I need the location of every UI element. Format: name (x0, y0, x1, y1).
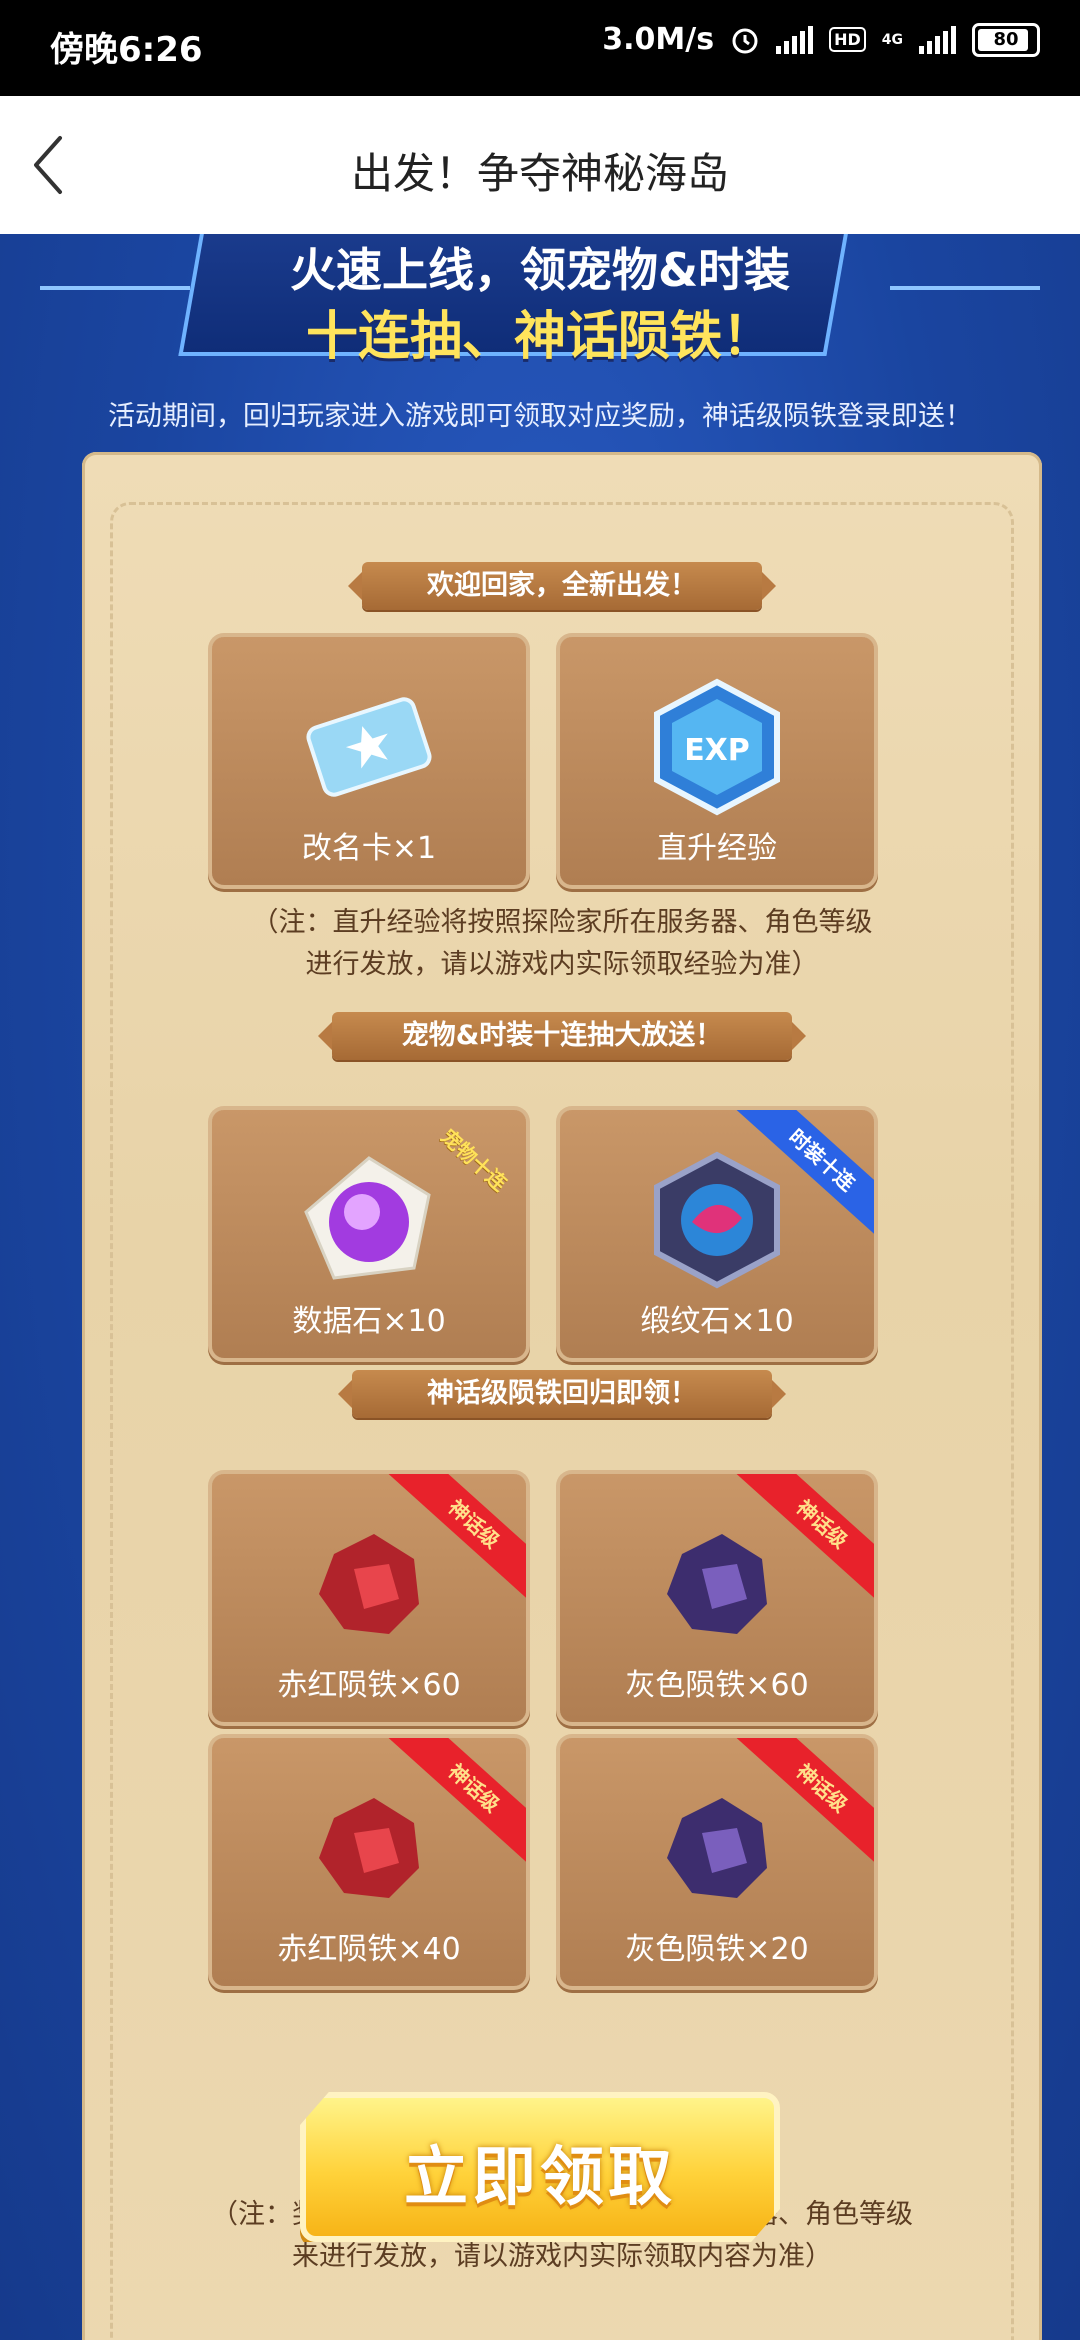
signal-icon-2 (919, 25, 956, 54)
network-type: 4G (881, 31, 903, 48)
alarm-icon (732, 28, 758, 53)
banner-headline: 火速上线，领宠物&时装 (289, 243, 791, 297)
gray-meteorite-icon (667, 1534, 767, 1634)
status-bar: 傍晚6:26 3.0M/s HD 4G 80 (0, 0, 1080, 96)
note-reward-line2: 来进行发放，请以游戏内实际领取内容为准） (292, 2241, 832, 2272)
reward-label: 直升经验 (657, 831, 777, 866)
page-header: 出发！争夺神秘海岛 (0, 96, 1080, 234)
reward-label: 灰色陨铁×60 (625, 1668, 809, 1703)
note-exp-line2: 进行发放，请以游戏内实际领取经验为准） (305, 949, 819, 980)
section-title-gacha: 宠物&时装十连抽大放送！ (318, 1012, 806, 1060)
battery-level: 80 (993, 29, 1019, 50)
satin-stone-icon (654, 1151, 780, 1289)
event-content[interactable]: 火速上线，领宠物&时装 十连抽、神话陨铁！ 活动期间，回归玩家进入游戏即可领取对… (0, 234, 1080, 2340)
rename-card-icon (306, 697, 432, 797)
network-speed: 3.0M/s (602, 22, 715, 57)
reward-card-red-meteorite-60[interactable]: 神话级 赤红陨铁×60 (212, 1474, 526, 1722)
reward-label: 数据石×10 (292, 1304, 446, 1339)
red-meteorite-icon (319, 1534, 419, 1634)
reward-card-satin-stone[interactable]: 时装十连 缎纹石×10 (560, 1110, 874, 1358)
signal-icon (776, 25, 814, 54)
note-exp-line1: （注：直升经验将按照探险家所在服务器、角色等级 (251, 907, 873, 938)
reward-card-gray-meteorite-60[interactable]: 神话级 灰色陨铁×60 (560, 1474, 874, 1722)
status-right: 3.0M/s HD 4G 80 (602, 22, 1040, 57)
reward-label: 赤红陨铁×40 (277, 1932, 461, 1967)
event-description: 活动期间，回归玩家进入游戏即可领取对应奖励，神话级陨铁登录即送！ (108, 401, 972, 432)
page-title: 出发！争夺神秘海岛 (350, 149, 729, 198)
reward-scroll: 欢迎回家，全新出发！ 改名卡×1 EXP 直升经验 （注：直升经验将按照探险家所… (82, 452, 1042, 2340)
battery-icon: 80 (972, 22, 1040, 57)
reward-label: 灰色陨铁×20 (625, 1932, 809, 1967)
exp-icon: EXP (654, 678, 780, 816)
reward-card-exp[interactable]: EXP 直升经验 (560, 637, 874, 885)
claim-button-label: 立即领取 (404, 2141, 676, 2215)
banner-subheadline: 十连抽、神话陨铁！ (305, 307, 774, 367)
section-title-meteorite: 神话级陨铁回归即领！ (338, 1370, 786, 1418)
hd-badge: HD (829, 27, 866, 52)
svg-text:EXP: EXP (684, 733, 750, 768)
gray-meteorite-icon (667, 1798, 767, 1898)
reward-label: 改名卡×1 (301, 831, 437, 866)
reward-card-gray-meteorite-20[interactable]: 神话级 灰色陨铁×20 (560, 1738, 874, 1986)
reward-card-rename[interactable]: 改名卡×1 (212, 637, 526, 885)
reward-label: 缎纹石×10 (640, 1304, 794, 1339)
reward-card-data-stone[interactable]: 宠物十连 数据石×10 (212, 1110, 526, 1358)
reward-card-red-meteorite-40[interactable]: 神话级 赤红陨铁×40 (212, 1738, 526, 1986)
section-title-welcome: 欢迎回家，全新出发！ (348, 562, 776, 610)
status-time: 傍晚6:26 (50, 30, 203, 70)
red-meteorite-icon (319, 1798, 419, 1898)
reward-label: 赤红陨铁×60 (277, 1668, 461, 1703)
claim-now-button[interactable]: 立即领取 (300, 2092, 780, 2242)
data-stone-icon (304, 1156, 431, 1280)
